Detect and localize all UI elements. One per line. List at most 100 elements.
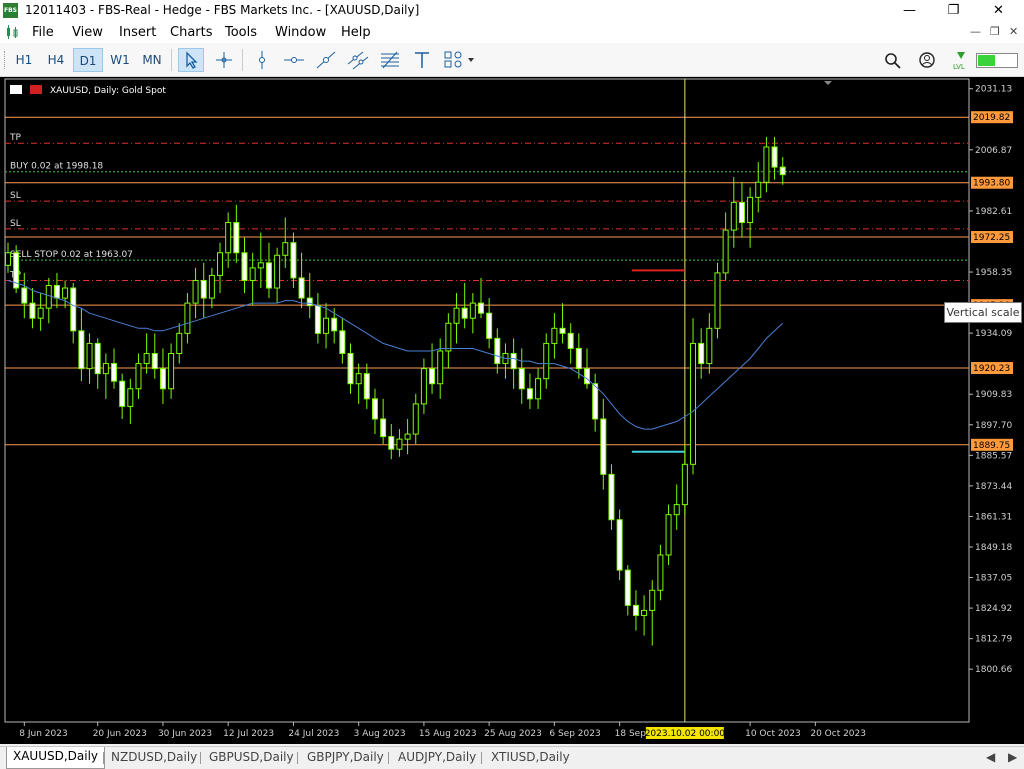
candle-body [616,519,623,571]
timeframe-d1-button[interactable]: D1 [73,48,103,72]
candle-body [298,277,305,299]
timeframe-h1-button[interactable]: H1 [9,48,39,72]
candle-body [445,322,452,352]
toolbar-grip[interactable] [4,51,7,69]
candle-body [649,589,656,611]
timeframe-h4-button[interactable]: H4 [41,48,71,72]
maximize-button[interactable]: ❐ [931,0,976,22]
horizontal-line-icon[interactable] [281,48,307,72]
price-chart[interactable]: TP BUY 0.02 at 1998.18 SL SL SELL STOP 0.02 … [0,77,1024,744]
candle-body [314,305,321,334]
price-level-badge-text: 1920.23 [973,364,1010,374]
trade-line-label: SELL STOP 0.02 at 1963.07 [10,250,133,260]
y-tick-label: 1897.70 [975,421,1012,431]
candle-body [429,368,436,385]
candle-body [371,398,378,420]
candle-body [510,352,517,370]
chart-icon [7,25,18,39]
y-tick-label: 1885.57 [975,451,1012,461]
tab-gbpusd[interactable]: GBPUSD,Daily [209,750,294,764]
candle-body [282,242,289,256]
menu-view[interactable]: View [72,25,103,40]
candle-body [608,473,615,521]
channel-icon[interactable] [345,48,371,72]
trendline-icon[interactable] [313,48,339,72]
candle-body [681,463,688,506]
candle-body [94,342,101,375]
text-tool-icon[interactable] [409,48,435,72]
crosshair-time-label: 2023.10.02 00:00 [645,729,726,739]
close-button[interactable]: ✕ [976,0,1021,22]
tab-xauusd[interactable]: XAUUSD,Daily [6,747,106,769]
candle-body [738,201,745,224]
candle-body [526,388,533,400]
tabs-scroll-right-icon[interactable]: ▶ [1008,750,1017,764]
plot-frame [4,78,970,723]
price-level-badge-text: 1993.80 [973,179,1010,189]
candle-body [53,284,60,299]
y-tick-label: 1873.44 [975,482,1012,492]
y-tick-label: 1837.05 [975,574,1012,584]
connection-status-bar[interactable] [976,53,1018,68]
crosshair-tool-icon[interactable] [211,48,237,72]
tab-separator [200,752,201,764]
candle-body [641,609,648,616]
fibonacci-icon[interactable] [377,48,403,72]
candle-body [673,504,680,516]
candle-body [690,342,697,465]
title-bar: FBS 12011403 - FBS-Real - Hedge - FBS Ma… [0,0,1024,22]
mdi-restore-button[interactable]: ❐ [990,25,1000,38]
signal-level-icon[interactable]: LVL [948,48,974,72]
candle-body [355,373,362,385]
tabs-scroll-left-icon[interactable]: ◀ [986,750,995,764]
shapes-icon[interactable] [441,48,477,72]
candle-body [86,342,93,370]
mdi-minimize-button[interactable]: — [970,25,981,38]
candle-body [208,274,215,299]
menu-tools[interactable]: Tools [225,25,257,40]
menu-window[interactable]: Window [275,25,326,40]
trade-line-label: TP [9,133,21,143]
cursor-tool-icon[interactable] [178,48,204,72]
tab-separator [103,752,104,764]
timeframe-mn-button[interactable]: MN [137,48,167,72]
tab-separator [297,752,298,764]
timeframe-w1-button[interactable]: W1 [105,48,135,72]
trade-line-label: SL [10,219,21,229]
candle-body [730,201,737,231]
candle-body [249,267,256,281]
x-tick-label: 3 Aug 2023 [354,729,406,739]
minimize-button[interactable]: — [887,0,932,22]
candle-body [551,327,558,344]
chart-window[interactable]: TP BUY 0.02 at 1998.18 SL SL SELL STOP 0.02 … [0,77,1024,744]
x-tick-label: 30 Jun 2023 [158,729,212,739]
tab-xtiusd[interactable]: XTIUSD,Daily [491,750,570,764]
tab-gbpjpy[interactable]: GBPJPY,Daily [307,750,384,764]
candle-body [339,330,346,354]
x-tick-label: 10 Oct 2023 [745,729,801,739]
vertical-line-icon[interactable] [249,48,275,72]
menu-help[interactable]: Help [341,25,371,40]
candle-body [151,352,158,370]
menu-insert[interactable]: Insert [119,25,156,40]
mdi-close-button[interactable]: ✕ [1009,25,1018,38]
candle-body [665,514,672,556]
candle-body [331,317,338,332]
candle-body [437,350,444,385]
menu-bar: File View Insert Charts Tools Window Hel… [0,22,1024,43]
toolbar-separator [171,49,172,71]
candle-body [600,418,607,475]
y-tick-label: 1800.66 [975,665,1012,675]
candle-body [225,222,232,254]
app-logo-icon: FBS [3,3,18,18]
account-icon[interactable] [914,48,940,72]
candle-body [102,363,109,375]
tab-audjpy[interactable]: AUDJPY,Daily [398,750,476,764]
tab-nzdusd[interactable]: NZDUSD,Daily [111,750,197,764]
candle-body [168,352,175,390]
menu-charts[interactable]: Charts [170,25,213,40]
candle-body [518,368,525,390]
candle-body [62,287,69,299]
menu-file[interactable]: File [32,25,54,40]
search-icon[interactable] [880,48,906,72]
